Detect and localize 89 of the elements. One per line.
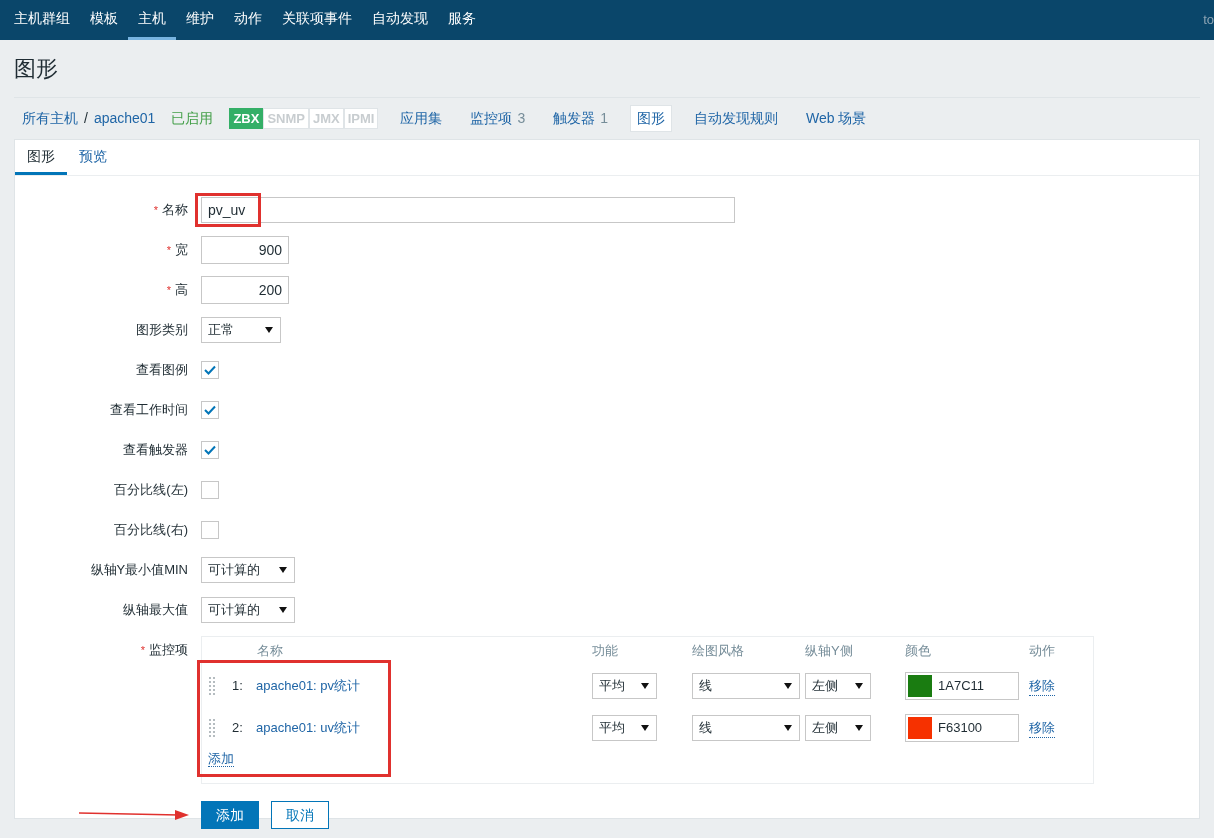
caret-icon <box>278 606 288 614</box>
required-mark: * <box>153 202 158 218</box>
field-label: 宽 <box>175 241 188 260</box>
column-header: 纵轴Y侧 <box>805 642 854 661</box>
caret-icon <box>783 682 793 690</box>
field-label: 查看触发器 <box>123 441 188 460</box>
checkbox[interactable] <box>201 401 219 419</box>
field-label: 纵轴Y最小值MIN <box>90 561 188 580</box>
field-label: 名称 <box>162 201 188 220</box>
caret-icon <box>278 566 288 574</box>
check-icon <box>204 405 216 415</box>
host-nav-link[interactable]: 应用集 <box>394 106 449 131</box>
field-label: 监控项 <box>149 641 188 659</box>
checkbox[interactable] <box>201 481 219 499</box>
field-label: 高 <box>175 281 188 300</box>
required-mark: * <box>166 282 171 298</box>
field-label: 查看图例 <box>136 361 188 380</box>
column-header: 颜色 <box>905 642 932 661</box>
user-name[interactable]: to <box>1203 10 1214 30</box>
function-select[interactable]: 平均 <box>592 673 657 699</box>
required-mark: * <box>140 642 145 658</box>
draw-style-select[interactable]: 线 <box>692 673 800 699</box>
form-tab[interactable]: 图形 <box>15 140 67 175</box>
check-icon <box>204 445 216 455</box>
caret-icon <box>854 724 864 732</box>
required-mark: * <box>166 242 171 258</box>
y-axis-select[interactable]: 左侧 <box>805 715 871 741</box>
color-swatch[interactable] <box>908 675 932 697</box>
field-label: 查看工作时间 <box>110 401 188 420</box>
item-index: 2: <box>232 719 244 738</box>
host-nav-link[interactable]: 触发器 1 <box>547 106 615 131</box>
check-icon <box>204 365 216 375</box>
breadcrumb-link[interactable]: 所有主机 <box>22 108 78 129</box>
select-dropdown[interactable]: 正常 <box>201 317 281 343</box>
nav-tab[interactable]: 动作 <box>224 0 272 40</box>
select-dropdown[interactable]: 可计算的 <box>201 597 295 623</box>
caret-icon <box>640 682 650 690</box>
field-label: 图形类别 <box>136 321 188 340</box>
caret-icon <box>783 724 793 732</box>
select-dropdown[interactable]: 可计算的 <box>201 557 295 583</box>
remove-link[interactable]: 移除 <box>1029 675 1055 697</box>
drag-handle-icon[interactable] <box>208 718 216 738</box>
checkbox[interactable] <box>201 361 219 379</box>
column-header: 功能 <box>592 642 619 661</box>
number-field[interactable]: 900 <box>201 236 289 264</box>
column-header: 绘图风格 <box>692 642 745 661</box>
name-field[interactable]: pv_uv <box>201 197 735 223</box>
function-select[interactable]: 平均 <box>592 715 657 741</box>
caret-icon <box>640 724 650 732</box>
page-title: 图形 <box>14 55 59 83</box>
y-axis-select[interactable]: 左侧 <box>805 673 871 699</box>
breadcrumb-separator: / <box>84 109 88 128</box>
cancel-button[interactable]: 取消 <box>271 801 329 829</box>
host-nav-link[interactable]: Web 场景 <box>800 106 873 131</box>
color-field[interactable]: 1A7C11 <box>905 672 1019 700</box>
column-header: 动作 <box>1029 642 1055 661</box>
drag-handle-icon[interactable] <box>208 676 216 696</box>
nav-tab[interactable]: 主机群组 <box>4 0 80 40</box>
breadcrumb-link[interactable]: apache01 <box>93 108 156 129</box>
color-field[interactable]: F63100 <box>905 714 1019 742</box>
checkbox[interactable] <box>201 521 219 539</box>
nav-tab[interactable]: 自动发现 <box>362 0 438 40</box>
caret-icon <box>264 326 274 334</box>
field-label: 百分比线(左) <box>114 481 188 500</box>
host-nav-link[interactable]: 监控项 3 <box>464 106 532 131</box>
item-link[interactable]: apache01: pv统计 <box>256 676 592 696</box>
nav-tab[interactable]: 服务 <box>438 0 486 40</box>
color-swatch[interactable] <box>908 717 932 739</box>
checkbox[interactable] <box>201 441 219 459</box>
submit-button[interactable]: 添加 <box>201 801 259 829</box>
number-field[interactable]: 200 <box>201 276 289 304</box>
host-nav-link[interactable]: 自动发现规则 <box>688 106 785 131</box>
interface-badge: ZBX <box>229 107 264 130</box>
nav-tab[interactable]: 主机 <box>128 0 176 40</box>
nav-tab[interactable]: 模板 <box>80 0 128 40</box>
remove-link[interactable]: 移除 <box>1029 717 1055 739</box>
draw-style-select[interactable]: 线 <box>692 715 800 741</box>
host-nav-link[interactable]: 图形 <box>630 105 673 132</box>
highlight-frame <box>195 193 261 227</box>
nav-tab[interactable]: 关联项事件 <box>272 0 362 40</box>
caret-icon <box>854 682 864 690</box>
field-label: 纵轴最大值 <box>123 601 188 620</box>
nav-tab[interactable]: 维护 <box>176 0 224 40</box>
field-label: 百分比线(右) <box>114 521 188 540</box>
column-header: 名称 <box>257 642 284 661</box>
item-index: 1: <box>232 677 244 696</box>
form-tab[interactable]: 预览 <box>67 140 119 175</box>
item-link[interactable]: apache01: uv统计 <box>256 718 592 738</box>
add-item-link[interactable]: 添加 <box>208 751 234 767</box>
